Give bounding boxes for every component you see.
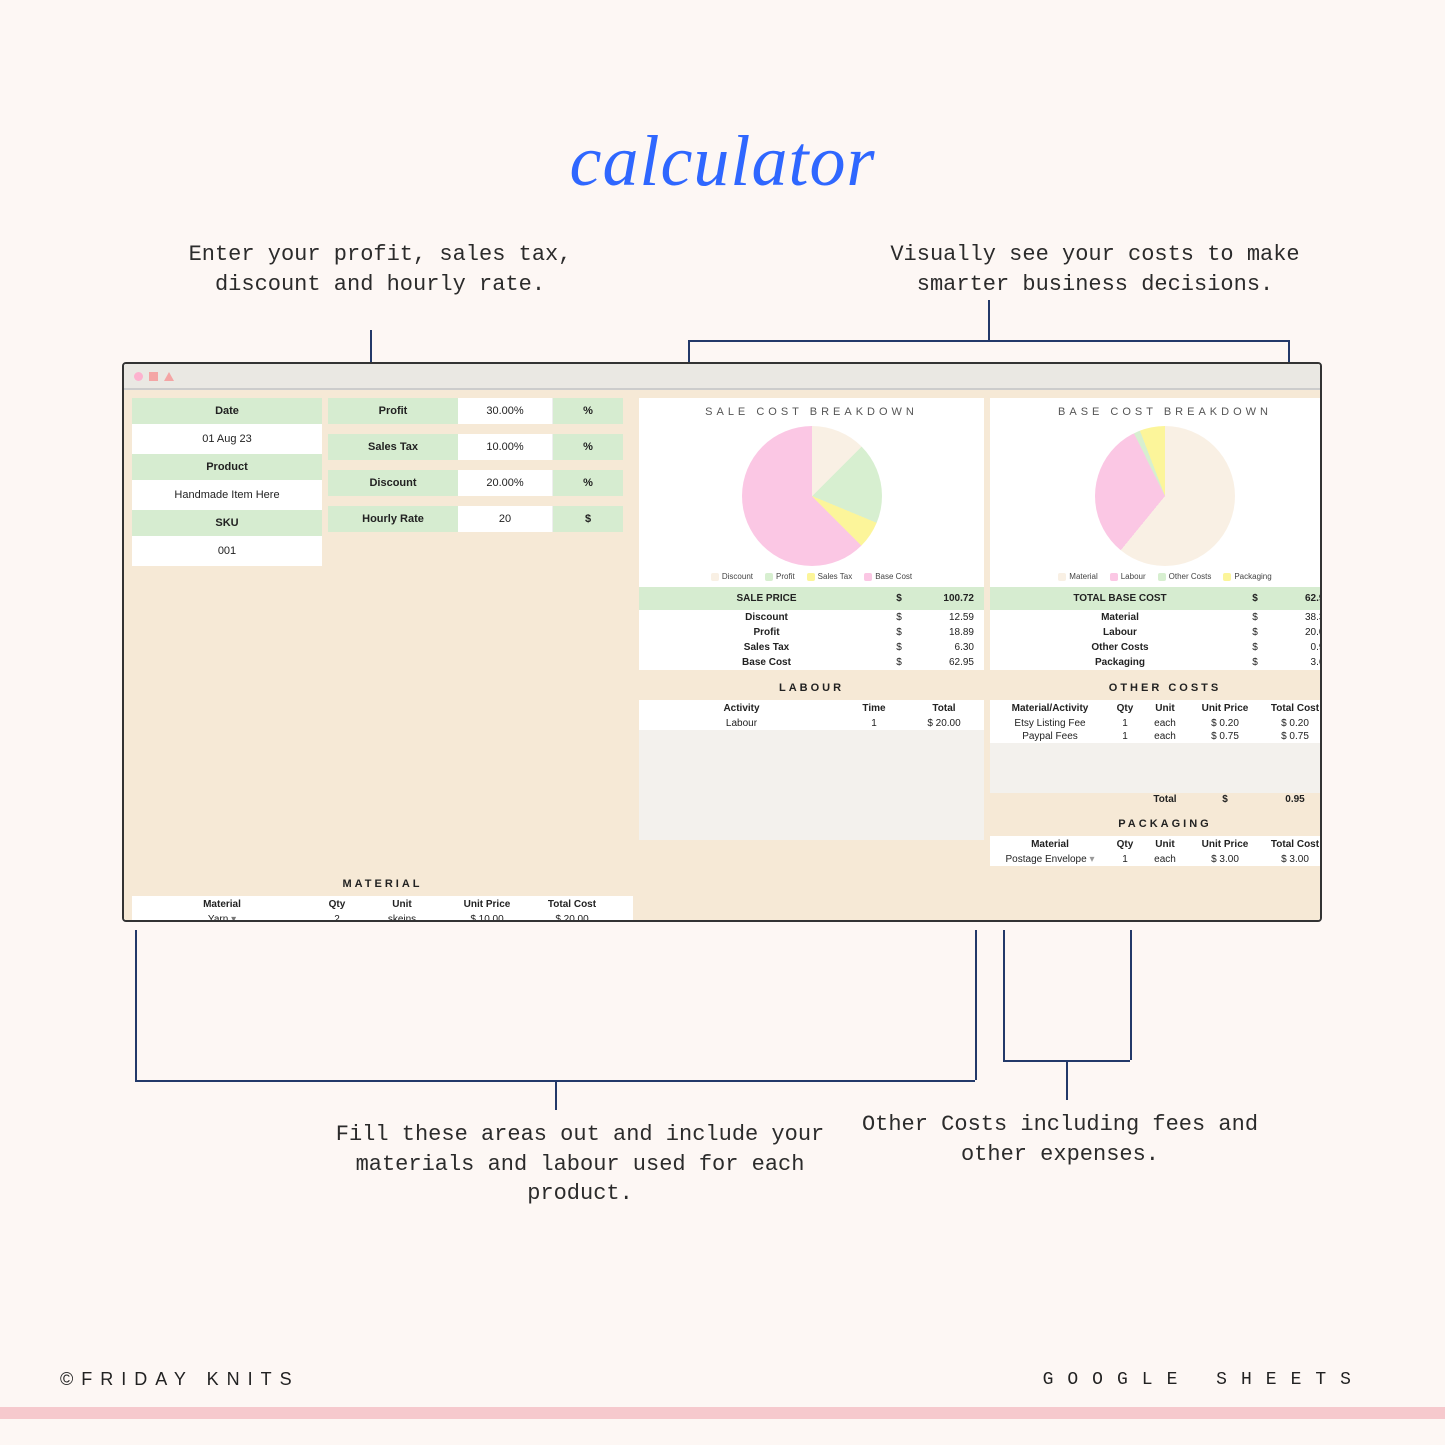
base-cost-label: TOTAL BASE COST — [1000, 593, 1240, 604]
base-chart-title: BASE COST BREAKDOWN — [990, 398, 1322, 422]
legend-item: Material — [1058, 572, 1097, 581]
material-row[interactable]: Yarn ▾2skeins$ 10.00$ 20.00 — [132, 913, 633, 922]
leader-line — [1003, 930, 1005, 1060]
total-row: Labour$20.00 — [990, 625, 1322, 640]
info-column: Date 01 Aug 23 Product Handmade Item Her… — [132, 398, 322, 866]
other-cost-row[interactable]: Paypal Fees1each$ 0.75$ 0.75 — [990, 730, 1322, 743]
legend-item: Base Cost — [864, 572, 912, 581]
param-value[interactable]: 10.00% — [458, 434, 553, 460]
footer-bar — [0, 1407, 1445, 1419]
legend-item: Packaging — [1223, 572, 1271, 581]
total-row: Discount$12.59 — [639, 610, 984, 625]
leader-line — [135, 930, 137, 1080]
param-name: Profit — [328, 398, 458, 424]
legend-item: Labour — [1110, 572, 1146, 581]
product-cell[interactable]: Handmade Item Here — [132, 480, 322, 510]
param-name: Hourly Rate — [328, 506, 458, 532]
param-value[interactable]: 20 — [458, 506, 553, 532]
leader-line — [555, 1080, 557, 1110]
leader-line — [988, 300, 990, 340]
currency-label: $ — [1240, 593, 1270, 604]
date-label: Date — [132, 398, 322, 424]
annotation-other-costs: Other Costs including fees and other exp… — [860, 1110, 1260, 1169]
window-titlebar — [124, 364, 1320, 390]
sku-label: SKU — [132, 510, 322, 536]
total-row: Packaging$3.67 — [990, 655, 1322, 670]
labour-header: ActivityTimeTotal — [639, 700, 984, 717]
param-name: Sales Tax — [328, 434, 458, 460]
material-block: MATERIAL MaterialQtyUnitUnit PriceTotal … — [132, 872, 633, 922]
material-header: MaterialQtyUnitUnit PriceTotal Cost — [132, 896, 633, 913]
param-name: Discount — [328, 470, 458, 496]
material-title: MATERIAL — [132, 872, 633, 896]
total-row: Base Cost$62.95 — [639, 655, 984, 670]
sale-chart-title: SALE COST BREAKDOWN — [639, 398, 984, 422]
page-title: calculator — [0, 0, 1445, 203]
currency-label: $ — [884, 593, 914, 604]
param-row: Profit30.00%% — [328, 398, 633, 424]
param-value[interactable]: 20.00% — [458, 470, 553, 496]
param-unit: $ — [553, 506, 623, 532]
footer-platform: GOOGLE SHEETS — [1043, 1370, 1365, 1390]
labour-block: LABOUR ActivityTimeTotal Labour1$ 20.00 — [639, 676, 984, 840]
annotation-charts: Visually see your costs to make smarter … — [875, 240, 1315, 299]
packaging-block: PACKAGING MaterialQtyUnitUnit PriceTotal… — [990, 812, 1322, 866]
sale-chart-card: SALE COST BREAKDOWN Discount Profit Sales … — [639, 398, 984, 670]
sku-cell[interactable]: 001 — [132, 536, 322, 566]
sale-price-value: 100.72 — [914, 593, 974, 604]
base-column: BASE COST BREAKDOWN Material Labour Other … — [990, 398, 1322, 866]
labour-row[interactable]: Labour1$ 20.00 — [639, 717, 984, 730]
date-cell[interactable]: 01 Aug 23 — [132, 424, 322, 454]
total-row: Other Costs$0.95 — [990, 640, 1322, 655]
base-chart-card: BASE COST BREAKDOWN Material Labour Other … — [990, 398, 1322, 670]
packaging-row[interactable]: Postage Envelope ▾1each$ 3.00$ 3.00 — [990, 853, 1322, 866]
other-costs-header: Material/ActivityQtyUnitUnit PriceTotal … — [990, 700, 1322, 717]
labour-title: LABOUR — [639, 676, 984, 700]
sale-price-label: SALE PRICE — [649, 593, 884, 604]
param-row: Discount20.00%% — [328, 470, 633, 496]
base-pie-chart — [1095, 426, 1235, 566]
other-costs-title: OTHER COSTS — [990, 676, 1322, 700]
leader-line — [1130, 930, 1132, 1060]
leader-line — [1066, 1060, 1068, 1100]
other-costs-block: OTHER COSTS Material/ActivityQtyUnitUnit… — [990, 676, 1322, 806]
other-costs-total: Total$0.95 — [990, 793, 1322, 806]
packaging-header: MaterialQtyUnitUnit PriceTotal Cost — [990, 836, 1322, 853]
base-cost-value: 62.95 — [1270, 593, 1322, 604]
total-row: Material$38.33 — [990, 610, 1322, 625]
packaging-title: PACKAGING — [990, 812, 1322, 836]
legend-item: Profit — [765, 572, 795, 581]
total-row: Sales Tax$6.30 — [639, 640, 984, 655]
legend-item: Other Costs — [1158, 572, 1212, 581]
footer-brand: ©FRIDAY KNITS — [60, 1369, 300, 1390]
legend-item: Sales Tax — [807, 572, 853, 581]
product-label: Product — [132, 454, 322, 480]
window-square-icon — [149, 372, 158, 381]
sale-pie-chart — [742, 426, 882, 566]
window-triangle-icon — [164, 372, 174, 381]
param-unit: % — [553, 398, 623, 424]
spreadsheet-window: Date 01 Aug 23 Product Handmade Item Her… — [122, 362, 1322, 922]
other-cost-row[interactable]: Etsy Listing Fee1each$ 0.20$ 0.20 — [990, 717, 1322, 730]
param-row: Hourly Rate20$ — [328, 506, 633, 532]
params-column: Profit30.00%%Sales Tax10.00%%Discount20.… — [328, 398, 633, 866]
param-unit: % — [553, 434, 623, 460]
spreadsheet-body: Date 01 Aug 23 Product Handmade Item Her… — [124, 390, 1320, 920]
total-row: Profit$18.89 — [639, 625, 984, 640]
sale-totals: SALE PRICE$100.72 Discount$12.59Profit$1… — [639, 587, 984, 670]
sale-column: SALE COST BREAKDOWN Discount Profit Sales … — [639, 398, 984, 866]
leader-line — [688, 340, 1288, 342]
base-totals: TOTAL BASE COST$62.95 Material$38.33Labo… — [990, 587, 1322, 670]
annotation-params: Enter your profit, sales tax, discount a… — [170, 240, 590, 299]
param-value[interactable]: 30.00% — [458, 398, 553, 424]
annotation-materials: Fill these areas out and include your ma… — [300, 1120, 860, 1209]
legend-item: Discount — [711, 572, 753, 581]
param-unit: % — [553, 470, 623, 496]
sale-legend: Discount Profit Sales Tax Base Cost — [639, 568, 984, 587]
base-legend: Material Labour Other Costs Packaging — [990, 568, 1322, 587]
leader-line — [975, 930, 977, 1080]
param-row: Sales Tax10.00%% — [328, 434, 633, 460]
window-dot-icon — [134, 372, 143, 381]
